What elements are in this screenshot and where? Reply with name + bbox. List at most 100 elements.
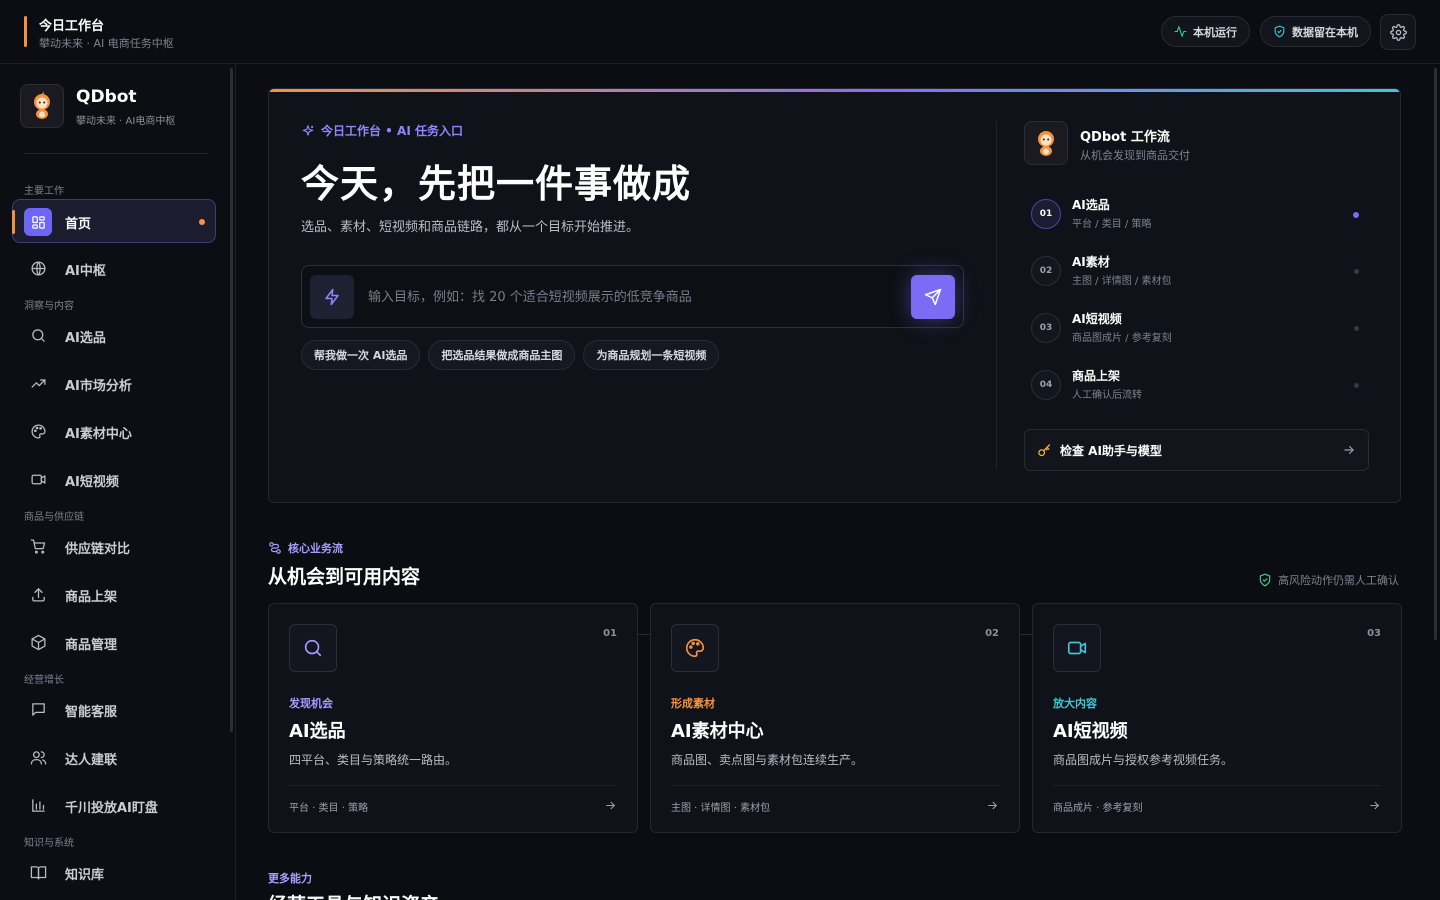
step-subtitle: 平台 / 类目 / 策略	[1072, 219, 1152, 230]
step-name: 商品上架	[1072, 369, 1121, 383]
arrow-right-icon	[606, 801, 616, 810]
sidebar-item-product-manage[interactable]: 商品管理	[12, 621, 216, 665]
sidebar-item-market-analysis[interactable]: AI市场分析	[12, 362, 216, 406]
card-title: AI素材中心	[671, 721, 764, 742]
sidebar-item-home[interactable]: 首页	[12, 199, 216, 243]
workflow-step[interactable]: 03 AI短视频 商品图成片 / 参考复刻	[1031, 310, 1371, 350]
workflow-step[interactable]: 01 AI选品 平台 / 类目 / 策略	[1031, 196, 1371, 236]
bar-chart-icon	[32, 799, 45, 812]
sidebar-item-asset-center[interactable]: AI素材中心	[12, 410, 216, 454]
card-divider	[289, 785, 617, 786]
workflow-step[interactable]: 04 商品上架 人工确认后流转	[1031, 367, 1371, 407]
sidebar-item-label: 智能客服	[65, 705, 118, 720]
feature-card-asset-center[interactable]: 02 形成素材 AI素材中心 商品图、卖点图与素材包连续生产。 主图 · 详情图…	[650, 603, 1020, 833]
card-meta: 主图 · 详情图 · 素材包	[671, 803, 771, 814]
sidebar-item-short-video[interactable]: AI短视频	[12, 458, 216, 502]
send-button[interactable]	[911, 275, 955, 319]
page-title: 今日工作台	[39, 19, 105, 34]
mascot-icon	[1038, 131, 1054, 156]
card-connector	[637, 634, 651, 635]
shield-icon	[1274, 25, 1285, 38]
suggestion-chip[interactable]: 为商品规划一条短视频	[583, 340, 720, 370]
sidebar-scrollbar[interactable]	[230, 68, 233, 732]
step-subtitle: 商品图成片 / 参考复刻	[1072, 333, 1172, 344]
step-status-dot	[1354, 383, 1359, 388]
sidebar-item-label: 商品上架	[65, 590, 118, 605]
feature-card-short-video[interactable]: 03 放大内容 AI短视频 商品图成片与授权参考视频任务。 商品成片 · 参考复…	[1032, 603, 1402, 833]
step-subtitle: 人工确认后流转	[1072, 390, 1142, 401]
sidebar-item-customer-service[interactable]: 智能客服	[12, 688, 216, 732]
sidebar-item-supply-compare[interactable]: 供应链对比	[12, 525, 216, 569]
card-icon-box	[1053, 624, 1101, 672]
card-icon-box	[289, 624, 337, 672]
step-status-dot	[1354, 326, 1359, 331]
activity-icon	[1174, 26, 1187, 37]
video-icon	[1067, 641, 1087, 655]
core-section-tag-text: 核心业务流	[288, 542, 343, 555]
sidebar-item-ai-hub[interactable]: AI中枢	[12, 247, 216, 291]
step-status-dot	[1353, 212, 1359, 218]
main-scrollbar[interactable]	[1434, 68, 1437, 640]
core-section-title: 从机会到可用内容	[268, 566, 421, 588]
data-local-badge[interactable]: 数据留在本机	[1260, 16, 1371, 47]
search-icon	[32, 329, 45, 342]
check-assistant-button[interactable]: 检查 AI助手与模型	[1024, 429, 1369, 471]
hero-tagline-text: 今日工作台 • AI 任务入口	[321, 124, 463, 138]
risk-note: 高风险动作仍需人工确认	[1258, 572, 1399, 588]
card-divider	[671, 785, 999, 786]
palette-icon	[686, 638, 705, 658]
sidebar-section-main: 主要工作	[24, 186, 64, 197]
hero-card: 今日工作台 • AI 任务入口 今天，先把一件事做成 选品、素材、短视频和商品链…	[268, 88, 1401, 503]
sidebar-section-supply: 商品与供应链	[24, 512, 84, 523]
grid-icon	[31, 215, 45, 229]
card-connector	[1019, 634, 1033, 635]
card-number: 02	[985, 628, 999, 639]
local-run-label: 本机运行	[1193, 25, 1237, 39]
sidebar-item-label: 商品管理	[65, 638, 118, 653]
workflow-title: QDbot 工作流	[1080, 130, 1170, 145]
suggestion-chip[interactable]: 帮我做一次 AI选品	[301, 340, 421, 370]
home-icon-box	[24, 208, 52, 236]
bolt-icon-box	[310, 275, 354, 319]
more-section-tag: 更多能力	[268, 872, 312, 885]
sidebar-item-label: 知识库	[65, 868, 105, 883]
sidebar-item-ai-selection[interactable]: AI选品	[12, 314, 216, 358]
active-dot	[199, 219, 205, 225]
card-meta: 平台 · 类目 · 策略	[289, 803, 369, 814]
hero-description: 选品、素材、短视频和商品链路，都从一个目标开始推进。	[301, 220, 640, 235]
trending-up-icon	[31, 379, 46, 388]
check-assistant-label: 检查 AI助手与模型	[1060, 444, 1162, 458]
hero-divider	[996, 121, 997, 469]
workflow-step[interactable]: 02 AI素材 主图 / 详情图 / 素材包	[1031, 253, 1371, 293]
risk-note-text: 高风险动作仍需人工确认	[1278, 574, 1399, 587]
sidebar-item-knowledge-base[interactable]: 知识库	[12, 851, 216, 895]
data-local-label: 数据留在本机	[1292, 25, 1358, 39]
brand-logo	[20, 84, 64, 128]
settings-button[interactable]	[1380, 14, 1416, 50]
sidebar: QDbot 攀动未来 · AI电商中枢 主要工作 首页 AI中枢 洞察与内容 A…	[0, 64, 236, 900]
shield-check-icon	[1259, 573, 1271, 587]
chat-icon	[32, 703, 45, 716]
cart-icon	[30, 539, 46, 554]
bolt-icon	[325, 288, 339, 306]
hero-tagline: 今日工作台 • AI 任务入口	[301, 122, 463, 139]
sidebar-item-ad-monitor[interactable]: 千川投放AI盯盘	[12, 784, 216, 828]
sidebar-item-listing[interactable]: 商品上架	[12, 573, 216, 617]
goal-input[interactable]	[368, 286, 888, 308]
sidebar-item-influencer[interactable]: 达人建联	[12, 736, 216, 780]
feature-card-ai-selection[interactable]: 01 发现机会 AI选品 四平台、类目与策略统一路由。 平台 · 类目 · 策略	[268, 603, 638, 833]
top-bar: 今日工作台 攀动未来 · AI 电商任务中枢 本机运行 数据留在本机	[0, 0, 1440, 64]
globe-icon	[31, 261, 46, 276]
hero-headline: 今天，先把一件事做成	[301, 162, 692, 206]
local-run-badge[interactable]: 本机运行	[1161, 16, 1250, 47]
suggestion-chips: 帮我做一次 AI选品 把选品结果做成商品主图 为商品规划一条短视频	[301, 340, 720, 370]
suggestion-chip[interactable]: 把选品结果做成商品主图	[428, 340, 576, 370]
sidebar-item-label: AI中枢	[65, 264, 106, 279]
card-tag: 发现机会	[289, 697, 333, 710]
goal-input-box	[301, 265, 964, 328]
brand-subtitle: 攀动未来 · AI电商中枢	[76, 116, 176, 127]
sidebar-section-knowledge: 知识与系统	[24, 838, 74, 849]
sparkle-icon	[302, 124, 314, 136]
gear-icon	[1389, 23, 1407, 41]
card-description: 商品图、卖点图与素材包连续生产。	[671, 753, 864, 767]
